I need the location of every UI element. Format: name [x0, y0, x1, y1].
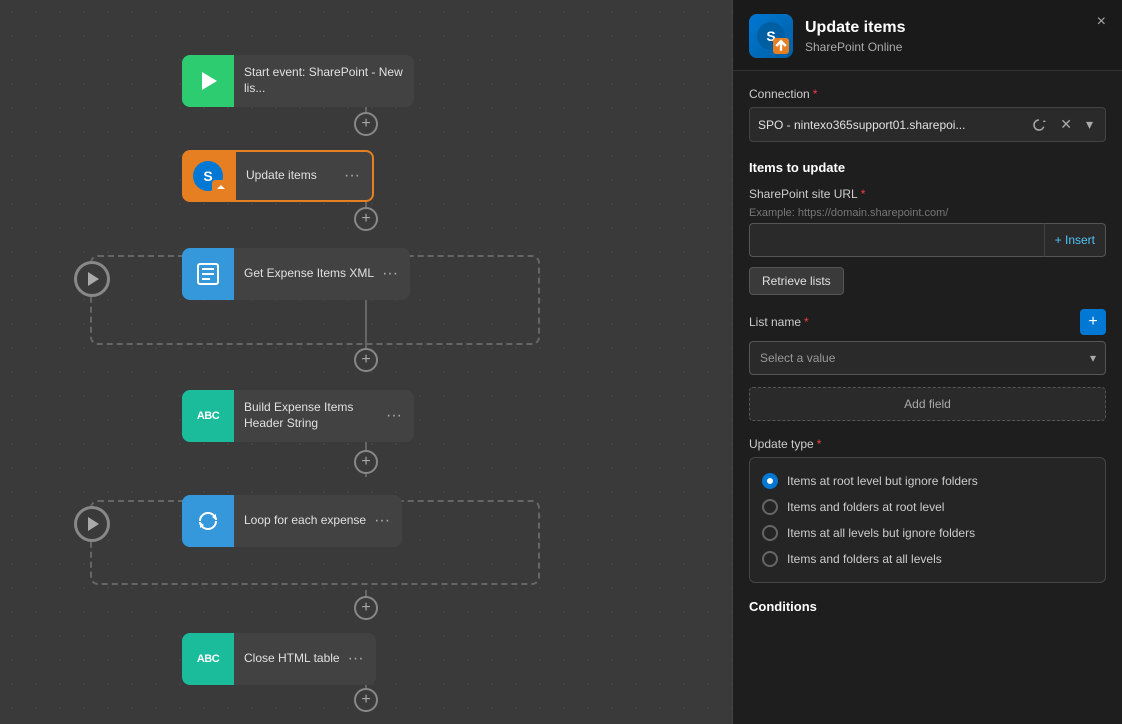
node-get-expense[interactable]: Get Expense Items XML ···: [182, 248, 410, 300]
add-step-5[interactable]: +: [354, 596, 378, 620]
node-build-expense[interactable]: ABC Build Expense Items Header String ··…: [182, 390, 414, 442]
add-step-3[interactable]: +: [354, 348, 378, 372]
build-expense-icon: ABC: [182, 390, 234, 442]
add-step-6[interactable]: +: [354, 688, 378, 712]
list-name-label: List name: [749, 315, 801, 329]
update-type-radio-group: Items at root level but ignore folders I…: [749, 457, 1106, 583]
build-expense-more[interactable]: ···: [384, 405, 404, 427]
loop-expense-label: Loop for each expense: [244, 513, 366, 529]
radio-circle-3[interactable]: [762, 551, 778, 567]
right-panel: S Update items SharePoint Online × Conne…: [732, 0, 1122, 724]
get-expense-body: Get Expense Items XML ···: [234, 248, 410, 300]
node-update-items[interactable]: S Update items ···: [182, 150, 374, 202]
list-name-row: List name * +: [749, 309, 1106, 335]
radio-label-0: Items at root level but ignore folders: [787, 474, 978, 488]
panel-header-icon: S: [749, 14, 793, 58]
update-items-body: Update items ···: [234, 150, 374, 202]
site-url-label: SharePoint site URL: [749, 187, 858, 201]
radio-item-0[interactable]: Items at root level but ignore folders: [762, 468, 1093, 494]
panel-subtitle: SharePoint Online: [805, 40, 1106, 54]
retrieve-lists-button[interactable]: Retrieve lists: [749, 267, 844, 295]
radio-circle-0[interactable]: [762, 473, 778, 489]
node-loop-expense[interactable]: Loop for each expense ···: [182, 495, 402, 547]
update-type-label-wrapper: Update type *: [749, 437, 1106, 451]
node-start[interactable]: Start event: SharePoint - New lis...: [182, 55, 414, 107]
update-items-more[interactable]: ···: [342, 165, 362, 187]
conditions-heading: Conditions: [749, 599, 1106, 614]
close-button[interactable]: ×: [1093, 10, 1110, 34]
start-icon: [182, 55, 234, 107]
update-items-icon: S: [182, 150, 234, 202]
loop-expense-more[interactable]: ···: [372, 510, 392, 532]
close-html-more[interactable]: ···: [346, 648, 366, 670]
site-url-hint: Example: https://domain.sharepoint.com/: [749, 207, 1106, 219]
panel-header-text: Update items SharePoint Online: [805, 18, 1106, 53]
list-name-select-wrapper: Select a value: [749, 341, 1106, 375]
radio-item-3[interactable]: Items and folders at all levels: [762, 546, 1093, 572]
update-items-label: Update items: [246, 168, 317, 184]
radio-label-1: Items and folders at root level: [787, 500, 944, 514]
add-step-2[interactable]: +: [354, 207, 378, 231]
radio-item-2[interactable]: Items at all levels but ignore folders: [762, 520, 1093, 546]
update-badge: [212, 180, 230, 198]
list-name-add-button[interactable]: +: [1080, 309, 1106, 335]
panel-title: Update items: [805, 18, 1106, 37]
loop-play-2[interactable]: [74, 506, 110, 542]
workflow-canvas[interactable]: + + + + + + Start event: SharePoint - Ne…: [0, 0, 732, 724]
radio-item-1[interactable]: Items and folders at root level: [762, 494, 1093, 520]
connection-row: SPO - nintexo365support01.sharepoi... ✕ …: [749, 107, 1106, 142]
radio-label-3: Items and folders at all levels: [787, 552, 942, 566]
radio-circle-2[interactable]: [762, 525, 778, 541]
insert-button[interactable]: + Insert: [1044, 223, 1106, 257]
get-expense-more[interactable]: ···: [380, 263, 400, 285]
build-expense-body: Build Expense Items Header String ···: [234, 390, 414, 442]
get-expense-label: Get Expense Items XML: [244, 266, 374, 282]
close-html-label: Close HTML table: [244, 651, 340, 667]
refresh-connection-button[interactable]: [1028, 116, 1050, 134]
radio-circle-1[interactable]: [762, 499, 778, 515]
get-expense-icon: [182, 248, 234, 300]
node-close-html[interactable]: ABC Close HTML table ···: [182, 633, 376, 685]
connection-value: SPO - nintexo365support01.sharepoi...: [758, 118, 1022, 132]
start-node-label: Start event: SharePoint - New lis...: [244, 65, 404, 96]
radio-label-2: Items at all levels but ignore folders: [787, 526, 975, 540]
close-html-icon: ABC: [182, 633, 234, 685]
loop-expense-body: Loop for each expense ···: [234, 495, 402, 547]
panel-body: Connection * SPO - nintexo365support01.s…: [733, 71, 1122, 724]
close-html-body: Close HTML table ···: [234, 633, 376, 685]
connection-label: Connection *: [749, 87, 1106, 101]
add-field-button[interactable]: Add field: [749, 387, 1106, 421]
items-to-update-heading: Items to update: [749, 156, 1106, 175]
expand-connection-button[interactable]: ▾: [1082, 114, 1097, 135]
site-url-input[interactable]: [749, 223, 1044, 257]
start-node-body: Start event: SharePoint - New lis...: [234, 55, 414, 107]
panel-header: S Update items SharePoint Online ×: [733, 0, 1122, 71]
update-type-label: Update type: [749, 437, 814, 451]
build-expense-label: Build Expense Items Header String: [244, 400, 378, 431]
loop-play-1[interactable]: [74, 261, 110, 297]
clear-connection-button[interactable]: ✕: [1056, 114, 1076, 135]
add-step-4[interactable]: +: [354, 450, 378, 474]
list-name-select[interactable]: Select a value: [749, 341, 1106, 375]
site-url-field: SharePoint site URL * Example: https://d…: [749, 187, 1106, 257]
loop-expense-icon: [182, 495, 234, 547]
add-step-1[interactable]: +: [354, 112, 378, 136]
